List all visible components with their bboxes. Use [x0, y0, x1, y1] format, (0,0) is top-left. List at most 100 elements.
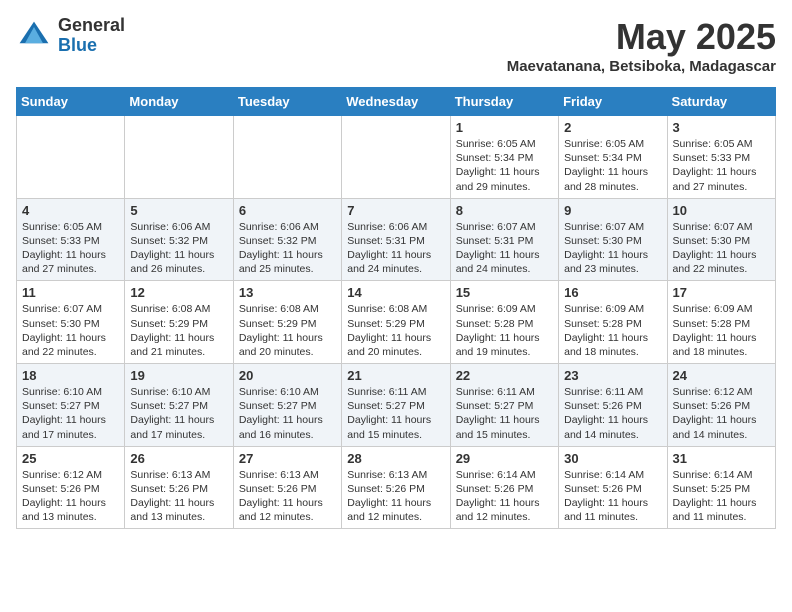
day-number: 21 [347, 368, 444, 383]
header-cell-friday: Friday [559, 88, 667, 116]
day-cell: 29 Sunrise: 6:14 AM Sunset: 5:26 PM Dayli… [450, 446, 558, 529]
day-number: 6 [239, 203, 336, 218]
cell-content: Sunrise: 6:13 AM Sunset: 5:26 PM Dayligh… [130, 468, 227, 525]
day-number: 25 [22, 451, 119, 466]
day-cell: 9 Sunrise: 6:07 AM Sunset: 5:30 PM Daylig… [559, 198, 667, 281]
cell-content: Sunrise: 6:07 AM Sunset: 5:30 PM Dayligh… [22, 302, 119, 359]
cell-content: Sunrise: 6:06 AM Sunset: 5:31 PM Dayligh… [347, 220, 444, 277]
day-number: 7 [347, 203, 444, 218]
day-number: 15 [456, 285, 553, 300]
cell-content: Sunrise: 6:07 AM Sunset: 5:30 PM Dayligh… [564, 220, 661, 277]
day-cell: 28Sunrise: 6:13 AM Sunset: 5:26 PM Dayli… [342, 446, 450, 529]
day-number: 26 [130, 451, 227, 466]
day-cell [125, 116, 233, 199]
calendar-table: SundayMondayTuesdayWednesdayThursdayFrid… [16, 87, 776, 529]
cell-content: Sunrise: 6:05 AM Sunset: 5:33 PM Dayligh… [673, 137, 770, 194]
day-cell: 24 Sunrise: 6:12 AM Sunset: 5:26 PM Dayli… [667, 364, 775, 447]
week-row-1: 1Sunrise: 6:05 AM Sunset: 5:34 PM Daylig… [17, 116, 776, 199]
header-cell-sunday: Sunday [17, 88, 125, 116]
cell-content: Sunrise: 6:08 AM Sunset: 5:29 PM Dayligh… [239, 302, 336, 359]
cell-content: Sunrise: 6:11 AM Sunset: 5:26 PM Dayligh… [564, 385, 661, 442]
day-cell: 20Sunrise: 6:10 AM Sunset: 5:27 PM Dayli… [233, 364, 341, 447]
day-cell: 10 Sunrise: 6:07 AM Sunset: 5:30 PM Dayli… [667, 198, 775, 281]
cell-content: Sunrise: 6:05 AM Sunset: 5:34 PM Dayligh… [456, 137, 553, 194]
subtitle: Maevatanana, Betsiboka, Madagascar [507, 58, 776, 75]
day-cell: 27 Sunrise: 6:13 AM Sunset: 5:26 PM Dayli… [233, 446, 341, 529]
logo: General Blue [16, 16, 125, 56]
day-cell: 6Sunrise: 6:06 AM Sunset: 5:32 PM Daylig… [233, 198, 341, 281]
title-area: May 2025 Maevatanana, Betsiboka, Madagas… [507, 16, 776, 75]
day-cell [17, 116, 125, 199]
cell-content: Sunrise: 6:11 AM Sunset: 5:27 PM Dayligh… [456, 385, 553, 442]
cell-content: Sunrise: 6:07 AM Sunset: 5:30 PM Dayligh… [673, 220, 770, 277]
day-number: 24 [673, 368, 770, 383]
day-cell [233, 116, 341, 199]
cell-content: Sunrise: 6:10 AM Sunset: 5:27 PM Dayligh… [22, 385, 119, 442]
day-number: 30 [564, 451, 661, 466]
day-cell [342, 116, 450, 199]
cell-content: Sunrise: 6:05 AM Sunset: 5:33 PM Dayligh… [22, 220, 119, 277]
day-number: 13 [239, 285, 336, 300]
day-cell: 21 Sunrise: 6:11 AM Sunset: 5:27 PM Dayli… [342, 364, 450, 447]
main-title: May 2025 [507, 16, 776, 58]
day-cell: 7 Sunrise: 6:06 AM Sunset: 5:31 PM Daylig… [342, 198, 450, 281]
logo-icon [16, 18, 52, 54]
day-number: 29 [456, 451, 553, 466]
day-cell: 14 Sunrise: 6:08 AM Sunset: 5:29 PM Dayli… [342, 281, 450, 364]
day-cell: 26 Sunrise: 6:13 AM Sunset: 5:26 PM Dayli… [125, 446, 233, 529]
week-row-2: 4Sunrise: 6:05 AM Sunset: 5:33 PM Daylig… [17, 198, 776, 281]
day-cell: 5Sunrise: 6:06 AM Sunset: 5:32 PM Daylig… [125, 198, 233, 281]
day-number: 23 [564, 368, 661, 383]
logo-text: General Blue [58, 16, 125, 56]
day-cell: 15 Sunrise: 6:09 AM Sunset: 5:28 PM Dayli… [450, 281, 558, 364]
cell-content: Sunrise: 6:14 AM Sunset: 5:26 PM Dayligh… [564, 468, 661, 525]
header-cell-monday: Monday [125, 88, 233, 116]
cell-content: Sunrise: 6:12 AM Sunset: 5:26 PM Dayligh… [22, 468, 119, 525]
day-cell: 3 Sunrise: 6:05 AM Sunset: 5:33 PM Daylig… [667, 116, 775, 199]
day-cell: 8Sunrise: 6:07 AM Sunset: 5:31 PM Daylig… [450, 198, 558, 281]
cell-content: Sunrise: 6:09 AM Sunset: 5:28 PM Dayligh… [564, 302, 661, 359]
cell-content: Sunrise: 6:11 AM Sunset: 5:27 PM Dayligh… [347, 385, 444, 442]
day-cell: 22 Sunrise: 6:11 AM Sunset: 5:27 PM Dayli… [450, 364, 558, 447]
day-cell: 11 Sunrise: 6:07 AM Sunset: 5:30 PM Dayli… [17, 281, 125, 364]
cell-content: Sunrise: 6:08 AM Sunset: 5:29 PM Dayligh… [130, 302, 227, 359]
header-cell-wednesday: Wednesday [342, 88, 450, 116]
day-number: 2 [564, 120, 661, 135]
day-cell: 25 Sunrise: 6:12 AM Sunset: 5:26 PM Dayli… [17, 446, 125, 529]
cell-content: Sunrise: 6:08 AM Sunset: 5:29 PM Dayligh… [347, 302, 444, 359]
cell-content: Sunrise: 6:14 AM Sunset: 5:26 PM Dayligh… [456, 468, 553, 525]
week-row-5: 25 Sunrise: 6:12 AM Sunset: 5:26 PM Dayli… [17, 446, 776, 529]
day-cell: 12 Sunrise: 6:08 AM Sunset: 5:29 PM Dayli… [125, 281, 233, 364]
cell-content: Sunrise: 6:14 AM Sunset: 5:25 PM Dayligh… [673, 468, 770, 525]
day-number: 22 [456, 368, 553, 383]
day-number: 3 [673, 120, 770, 135]
day-number: 18 [22, 368, 119, 383]
day-number: 12 [130, 285, 227, 300]
cell-content: Sunrise: 6:12 AM Sunset: 5:26 PM Dayligh… [673, 385, 770, 442]
cell-content: Sunrise: 6:07 AM Sunset: 5:31 PM Dayligh… [456, 220, 553, 277]
calendar-header: SundayMondayTuesdayWednesdayThursdayFrid… [17, 88, 776, 116]
day-number: 31 [673, 451, 770, 466]
day-number: 20 [239, 368, 336, 383]
cell-content: Sunrise: 6:13 AM Sunset: 5:26 PM Dayligh… [347, 468, 444, 525]
day-cell: 17 Sunrise: 6:09 AM Sunset: 5:28 PM Dayli… [667, 281, 775, 364]
day-cell: 16Sunrise: 6:09 AM Sunset: 5:28 PM Dayli… [559, 281, 667, 364]
day-cell: 31 Sunrise: 6:14 AM Sunset: 5:25 PM Dayli… [667, 446, 775, 529]
day-number: 11 [22, 285, 119, 300]
cell-content: Sunrise: 6:06 AM Sunset: 5:32 PM Dayligh… [130, 220, 227, 277]
day-number: 10 [673, 203, 770, 218]
cell-content: Sunrise: 6:09 AM Sunset: 5:28 PM Dayligh… [456, 302, 553, 359]
cell-content: Sunrise: 6:09 AM Sunset: 5:28 PM Dayligh… [673, 302, 770, 359]
day-cell: 23 Sunrise: 6:11 AM Sunset: 5:26 PM Dayli… [559, 364, 667, 447]
calendar-body: 1Sunrise: 6:05 AM Sunset: 5:34 PM Daylig… [17, 116, 776, 529]
day-cell: 30 Sunrise: 6:14 AM Sunset: 5:26 PM Dayli… [559, 446, 667, 529]
day-number: 14 [347, 285, 444, 300]
day-number: 9 [564, 203, 661, 218]
day-cell: 13 Sunrise: 6:08 AM Sunset: 5:29 PM Dayli… [233, 281, 341, 364]
cell-content: Sunrise: 6:13 AM Sunset: 5:26 PM Dayligh… [239, 468, 336, 525]
day-cell: 4Sunrise: 6:05 AM Sunset: 5:33 PM Daylig… [17, 198, 125, 281]
header-row: SundayMondayTuesdayWednesdayThursdayFrid… [17, 88, 776, 116]
day-number: 27 [239, 451, 336, 466]
day-number: 17 [673, 285, 770, 300]
day-cell: 19Sunrise: 6:10 AM Sunset: 5:27 PM Dayli… [125, 364, 233, 447]
